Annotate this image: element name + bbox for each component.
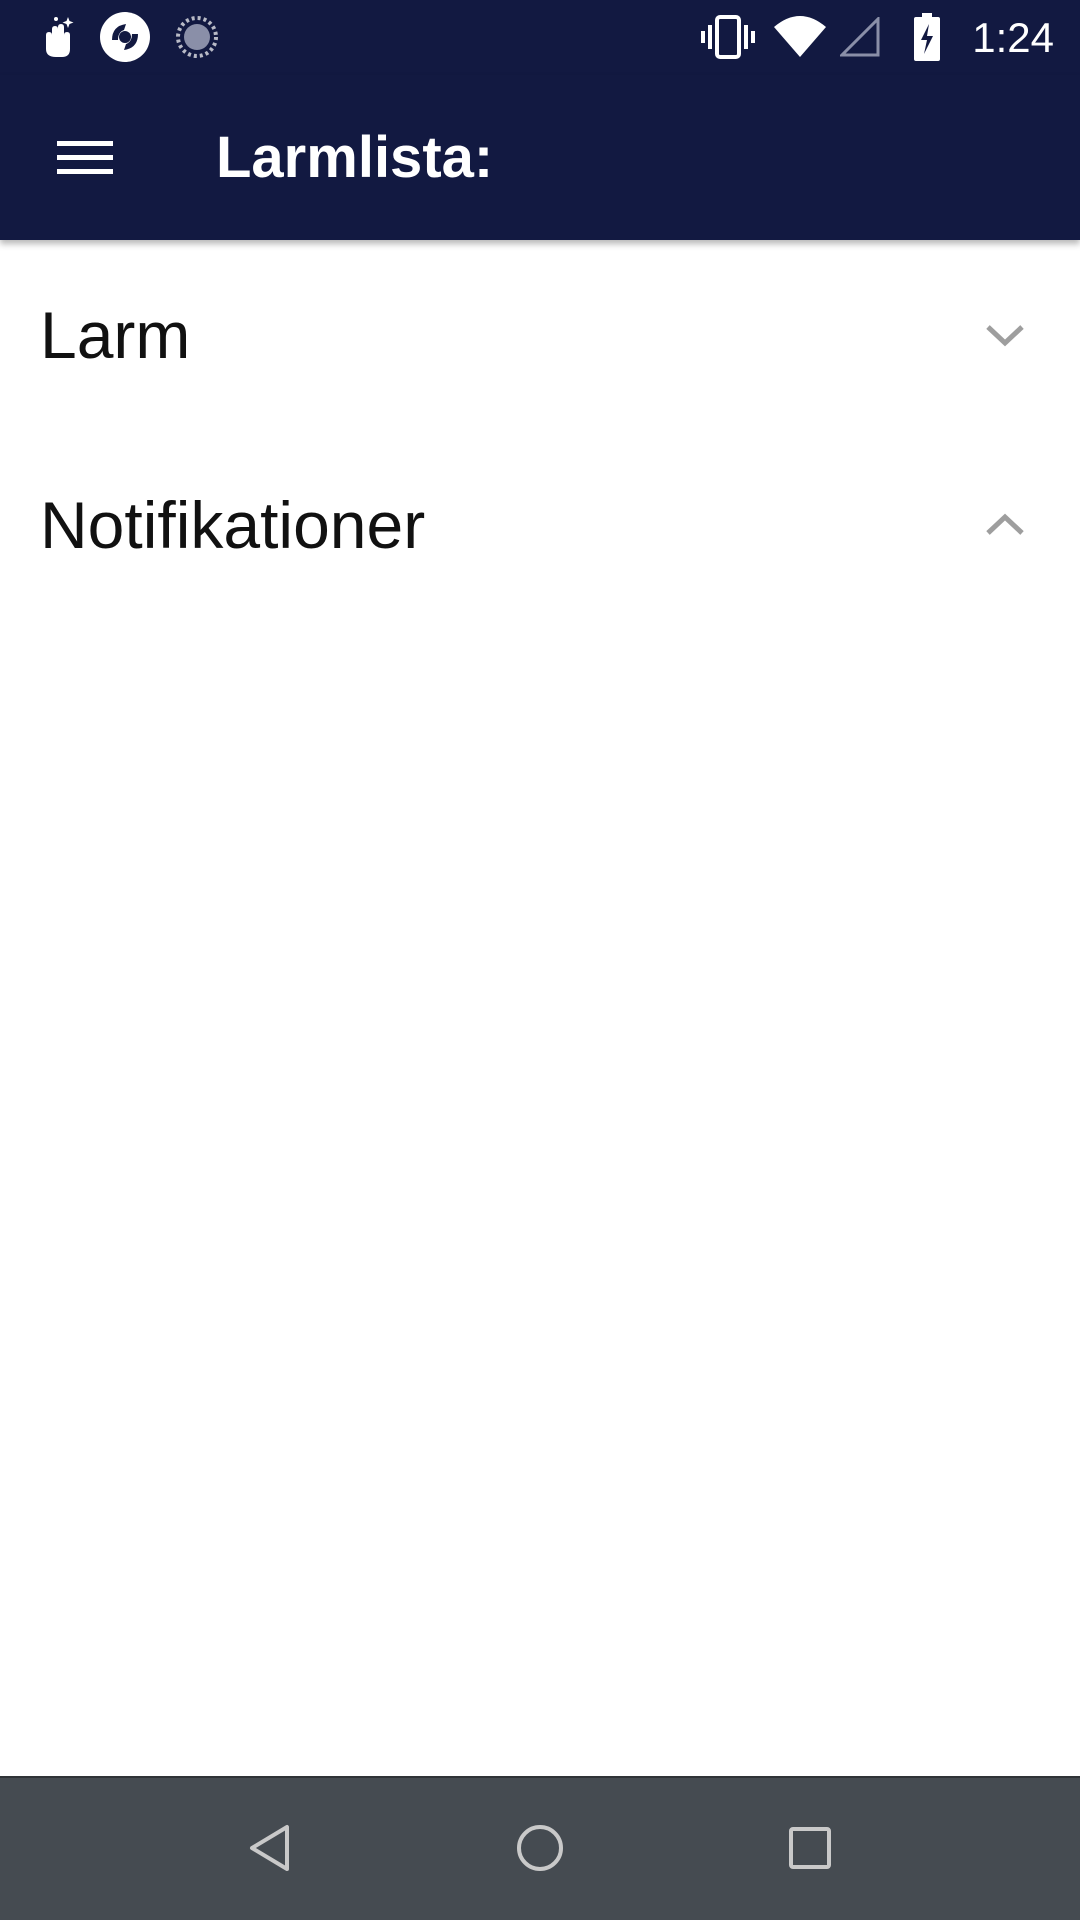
navigation-bar bbox=[0, 1776, 1080, 1920]
battery-charging-icon bbox=[910, 12, 944, 62]
loading-icon bbox=[174, 12, 220, 62]
menu-button[interactable] bbox=[40, 115, 130, 205]
section-label: Larm bbox=[40, 298, 191, 372]
content: Larm Notifikationer bbox=[0, 240, 1080, 1776]
section-notifikationer[interactable]: Notifikationer bbox=[0, 430, 1080, 620]
section-larm[interactable]: Larm bbox=[0, 240, 1080, 430]
recents-icon bbox=[788, 1826, 832, 1875]
back-button[interactable] bbox=[220, 1800, 320, 1900]
app-bar: Larmlista: bbox=[0, 75, 1080, 240]
sync-app-icon bbox=[98, 12, 152, 62]
vibrate-icon bbox=[700, 12, 756, 62]
section-label: Notifikationer bbox=[40, 488, 426, 562]
hamburger-menu-icon bbox=[57, 138, 113, 183]
wifi-icon bbox=[772, 12, 828, 62]
home-icon bbox=[515, 1823, 565, 1878]
cell-signal-icon bbox=[840, 12, 880, 62]
gesture-icon bbox=[34, 12, 78, 62]
screen: 1:24 Larmlista: Larm Notifikationer bbox=[0, 0, 1080, 1920]
back-icon bbox=[247, 1823, 293, 1878]
page-title: Larmlista: bbox=[216, 125, 494, 190]
home-button[interactable] bbox=[490, 1800, 590, 1900]
status-time: 1:24 bbox=[972, 14, 1054, 61]
chevron-up-icon[interactable] bbox=[980, 500, 1030, 550]
chevron-down-icon[interactable] bbox=[980, 310, 1030, 360]
recents-button[interactable] bbox=[760, 1800, 860, 1900]
status-bar: 1:24 bbox=[0, 0, 1080, 75]
